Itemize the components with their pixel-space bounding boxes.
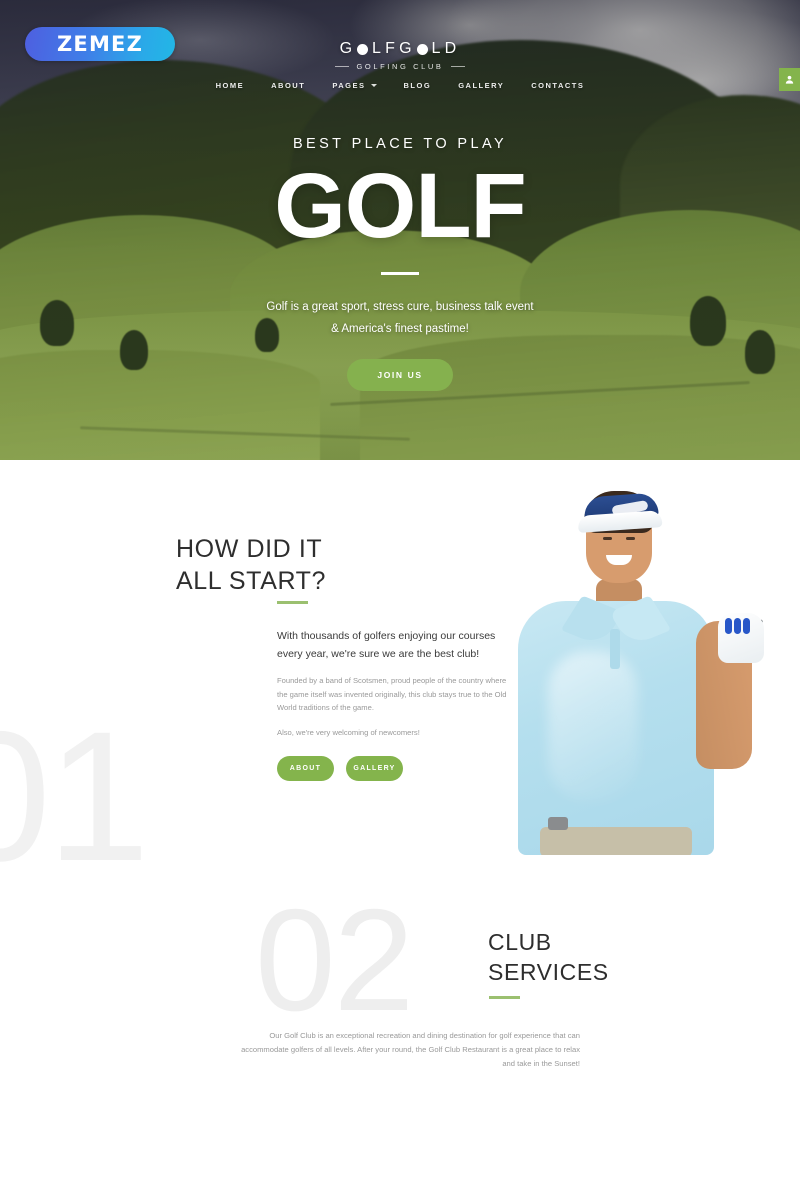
services-section-number: 02 — [255, 879, 414, 1041]
golfer-pants — [540, 827, 692, 855]
nav-label: PAGES — [332, 81, 366, 90]
golfer-portrait-image — [500, 461, 800, 855]
nav-item-contacts[interactable]: CONTACTS — [531, 81, 584, 90]
about-button-group: ABOUT GALLERY — [277, 756, 509, 782]
about-button[interactable]: ABOUT — [277, 756, 334, 782]
golfer-watch — [548, 817, 568, 830]
logo-part-2: LFG — [372, 40, 416, 57]
glove-finger — [734, 618, 741, 634]
zemez-label: ZEMEZ — [56, 32, 144, 56]
join-us-button[interactable]: JOIN US — [347, 358, 453, 391]
main-navigation[interactable]: HOME ABOUT PAGES BLOG GALLERY CONTACTS — [0, 81, 800, 90]
chevron-down-icon — [370, 84, 377, 87]
hero-section: ZEMEZ G LFG LD GOLFING CLUB HOME ABOUT P… — [0, 0, 800, 460]
hero-subtitle-line-2: & America's finest pastime! — [331, 322, 469, 335]
golfer-shirt-placket — [610, 629, 620, 669]
logo-subtitle-text: GOLFING CLUB — [356, 62, 444, 71]
about-heading-line-2: ALL START? — [176, 567, 327, 595]
services-heading-line-1: CLUB — [488, 929, 552, 955]
services-heading: CLUB SERVICES — [488, 928, 609, 988]
about-body: With thousands of golfers enjoying our c… — [277, 627, 509, 782]
golfer-eye-right — [626, 537, 635, 540]
nav-item-pages[interactable]: PAGES — [332, 81, 377, 90]
nav-label: GALLERY — [458, 81, 505, 90]
golfer-shirt-highlight — [548, 651, 638, 801]
about-paragraph-1: Founded by a band of Scotsmen, proud peo… — [277, 676, 507, 713]
gallery-button[interactable]: GALLERY — [346, 756, 403, 782]
services-heading-line-2: SERVICES — [488, 958, 609, 985]
hero-divider — [381, 272, 419, 276]
golfer-eye-left — [603, 537, 612, 540]
nav-item-blog[interactable]: BLOG — [404, 81, 432, 90]
user-icon — [785, 75, 794, 84]
services-paragraph: Our Golf Club is an exceptional recreati… — [241, 1031, 580, 1069]
logo-text: G LFG LD — [340, 40, 461, 58]
hero-kicker: BEST PLACE TO PLAY — [292, 136, 508, 152]
nav-label: ABOUT — [271, 81, 306, 90]
zemez-brand-badge[interactable]: ZEMEZ — [25, 27, 175, 61]
glove-finger — [725, 618, 732, 634]
services-media-section: TRAINING EVENTS RENTALS — [0, 1080, 800, 1200]
hero-subtitle-line-1: Golf is a great sport, stress cure, busi… — [266, 301, 534, 314]
nav-item-home[interactable]: HOME — [216, 81, 245, 90]
about-paragraph-2: Also, we're very welcoming of newcomers! — [277, 727, 420, 737]
logo-part-1: G — [339, 40, 357, 57]
about-section-number: 01 — [0, 694, 150, 900]
hero-title: GOLF — [274, 155, 527, 257]
nav-label: CONTACTS — [531, 81, 585, 90]
glove-finger — [743, 618, 750, 634]
about-lead-text: With thousands of golfers enjoying our c… — [277, 630, 496, 661]
about-heading: HOW DID IT ALL START? — [176, 533, 326, 597]
about-heading-line-1: HOW DID IT — [176, 535, 323, 563]
hero-content: BEST PLACE TO PLAY GOLF Golf is a great … — [0, 136, 800, 391]
user-account-tab[interactable] — [779, 68, 800, 91]
about-accent-rule — [277, 601, 308, 604]
nav-label: BLOG — [403, 81, 432, 90]
logo-subtitle: GOLFING CLUB — [0, 62, 800, 71]
logo-dash-right — [450, 66, 465, 67]
services-accent-rule — [489, 996, 520, 999]
nav-item-about[interactable]: ABOUT — [271, 81, 305, 90]
nav-label: HOME — [215, 81, 245, 90]
logo-dash-left — [335, 66, 350, 67]
golf-ball-icon — [416, 43, 428, 55]
golf-ball-icon — [357, 43, 369, 55]
nav-item-gallery[interactable]: GALLERY — [458, 81, 504, 90]
logo-part-3: LD — [431, 40, 461, 57]
hero-subtitle: Golf is a great sport, stress cure, busi… — [0, 297, 800, 340]
